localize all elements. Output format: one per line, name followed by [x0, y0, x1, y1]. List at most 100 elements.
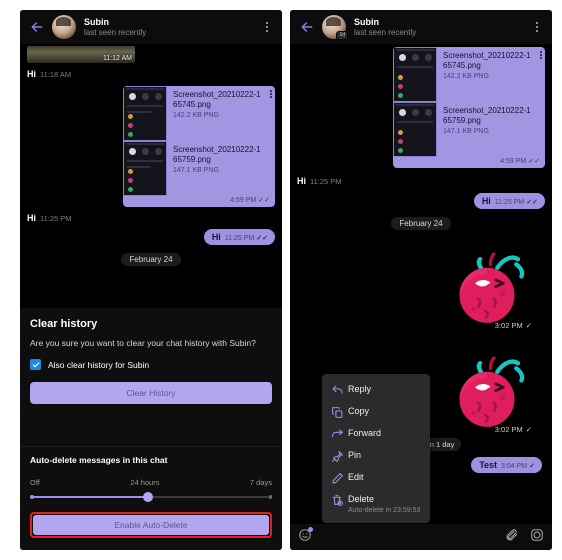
- message-row-files[interactable]: Screenshot_20210222-165745.png 142.2 KB …: [290, 47, 552, 168]
- file-info: Screenshot_20210222-165745.png 142.2 KB …: [167, 86, 275, 141]
- message-text: Hi: [27, 213, 36, 223]
- message-row-text[interactable]: Hi 11:18 AM: [20, 69, 282, 79]
- file-attachment-bubble[interactable]: Screenshot_20210222-165745.png 142.2 KB …: [123, 86, 275, 207]
- clear-history-button[interactable]: Clear History: [30, 382, 272, 404]
- context-menu-item-delete[interactable]: Delete Auto-delete in 23:59:53: [322, 489, 430, 519]
- file-name: Screenshot_20210222-165759.png: [173, 145, 261, 164]
- sticker-smiley-icon[interactable]: [298, 526, 313, 547]
- file-thumbnail: [123, 86, 167, 141]
- composer-actions: [505, 528, 544, 547]
- outgoing-text-bubble[interactable]: Hi 11:25 PM ✓✓: [473, 193, 545, 209]
- outgoing-text-bubble[interactable]: Hi 11:25 PM ✓✓: [203, 229, 275, 245]
- photo-message[interactable]: 11:12 AM: [27, 46, 135, 63]
- context-menu-item-reply[interactable]: Reply: [322, 379, 430, 401]
- message-row-text[interactable]: Hi 11:25 PM: [290, 176, 552, 186]
- message-row-photo[interactable]: 11:12 AM: [20, 46, 282, 63]
- message-timestamp: 4:59 PM: [500, 158, 527, 165]
- context-menu-label: Pin: [348, 450, 362, 460]
- file-size: 142.2 KB PNG: [443, 73, 489, 80]
- sheet-body-text: Are you sure you want to clear your chat…: [30, 338, 256, 348]
- file-info: Screenshot_20210222-165759.png 147.1 KB …: [437, 102, 545, 157]
- context-menu-label: Delete: [348, 494, 375, 504]
- file-item[interactable]: Screenshot_20210222-165745.png 142.2 KB …: [393, 47, 545, 102]
- message-timestamp: 11:25 PM: [40, 214, 72, 223]
- file-thumbnail: [393, 47, 437, 102]
- header-text: Subin last seen recently: [84, 17, 260, 38]
- forward-icon: [331, 427, 348, 441]
- delete-icon: [331, 493, 348, 507]
- slider-labels: Off 24 hours 7 days: [30, 478, 272, 487]
- file-item[interactable]: Screenshot_20210222-165759.png 147.1 KB …: [393, 102, 545, 157]
- slider-tick-7-days: [268, 495, 272, 499]
- screenshot-root: Subin last seen recently 11:12 AM Hi 11:1…: [0, 0, 562, 560]
- context-menu-label: Edit: [348, 472, 364, 482]
- file-size: 142.2 KB PNG: [173, 112, 219, 119]
- context-menu-item-edit[interactable]: Edit: [322, 467, 430, 489]
- context-menu-item-pin[interactable]: Pin: [322, 445, 430, 467]
- also-clear-history-checkbox-row[interactable]: Also clear history for Subin: [30, 359, 272, 370]
- pink-berry-sticker-icon: [459, 252, 525, 323]
- sticker-new-dot: [308, 526, 313, 532]
- slider-label-off: Off: [30, 478, 40, 487]
- message-text: Test: [479, 460, 498, 470]
- contact-name: Subin: [354, 16, 379, 27]
- context-menu-label: Copy: [348, 406, 370, 416]
- overflow-menu-icon[interactable]: [530, 22, 544, 32]
- message-timestamp: 4:59 PM: [230, 197, 257, 204]
- day-divider: February 24: [290, 217, 552, 230]
- read-ticks-icon: ✓✓: [526, 199, 538, 206]
- checkbox-checked-icon[interactable]: [30, 359, 41, 370]
- file-thumbnail: [393, 102, 437, 157]
- file-name: Screenshot_20210222-165745.png: [443, 51, 531, 70]
- slider-label-7-days: 7 days: [249, 478, 272, 487]
- message-row-files[interactable]: Screenshot_20210222-165745.png 142.2 KB …: [20, 86, 282, 207]
- paperclip-icon[interactable]: [505, 528, 519, 547]
- contact-name: Subin: [84, 16, 109, 27]
- context-menu-label: Reply: [348, 384, 372, 394]
- message-context-menu[interactable]: Reply Copy Forward Pin Edit Delete Auto-…: [322, 374, 430, 523]
- day-divider-label: February 24: [121, 253, 181, 266]
- contact-status: last seen recently: [84, 27, 147, 37]
- copy-icon: [331, 405, 348, 419]
- file-name: Screenshot_20210222-165745.png: [173, 90, 261, 109]
- left-chat-header: Subin last seen recently: [20, 10, 282, 44]
- message-text: Hi: [211, 232, 221, 242]
- message-row-text[interactable]: Hi 11:25 PM ✓✓: [20, 229, 282, 245]
- context-menu-item-forward[interactable]: Forward: [322, 423, 430, 445]
- back-arrow-icon[interactable]: [298, 18, 316, 36]
- avatar[interactable]: [52, 15, 76, 39]
- slider-tick-off: [30, 495, 34, 499]
- message-timestamp: 3:02 PM: [494, 321, 523, 330]
- file-timestamp: 4:59 PM ✓✓: [393, 157, 545, 168]
- auto-delete-title: Auto-delete messages in this chat: [30, 455, 168, 465]
- enable-auto-delete-highlight: Enable Auto-Delete: [30, 512, 272, 538]
- slider-thumb[interactable]: [142, 492, 153, 502]
- message-composer: [290, 524, 552, 550]
- sticker-message[interactable]: 3:02 PM ✓: [444, 242, 532, 330]
- reply-icon: [331, 383, 348, 397]
- read-ticks-icon: ✓: [525, 321, 532, 330]
- file-attachment-bubble[interactable]: Screenshot_20210222-165745.png 142.2 KB …: [393, 47, 545, 168]
- edit-icon: [331, 471, 348, 485]
- file-size: 147.1 KB PNG: [173, 167, 219, 174]
- file-overflow-menu-icon[interactable]: [540, 51, 542, 59]
- file-item[interactable]: Screenshot_20210222-165759.png 147.1 KB …: [123, 141, 275, 196]
- message-timestamp: 11:18 AM: [40, 70, 72, 79]
- context-menu-item-copy[interactable]: Copy: [322, 401, 430, 423]
- sticker-message[interactable]: 3:02 PM ✓: [444, 346, 532, 434]
- message-row-text[interactable]: Hi 11:25 PM: [20, 213, 282, 223]
- file-timestamp: 4:59 PM ✓✓: [123, 196, 275, 207]
- message-row-text[interactable]: Hi 11:25 PM ✓✓: [290, 193, 552, 209]
- file-item[interactable]: Screenshot_20210222-165745.png 142.2 KB …: [123, 86, 275, 141]
- camera-icon[interactable]: [530, 528, 544, 547]
- auto-delete-slider[interactable]: [30, 492, 272, 502]
- enable-auto-delete-button[interactable]: Enable Auto-Delete: [33, 515, 269, 535]
- file-info: Screenshot_20210222-165759.png 147.1 KB …: [167, 141, 275, 196]
- back-arrow-icon[interactable]: [28, 18, 46, 36]
- avatar[interactable]: 1d: [322, 15, 348, 40]
- sheet-title: Clear history: [30, 318, 98, 330]
- overflow-menu-icon[interactable]: [260, 22, 274, 32]
- file-overflow-menu-icon[interactable]: [270, 90, 272, 98]
- message-row-sticker[interactable]: 3:02 PM ✓: [290, 242, 552, 330]
- outgoing-text-bubble[interactable]: Test 3:04 PM ✓: [471, 457, 542, 473]
